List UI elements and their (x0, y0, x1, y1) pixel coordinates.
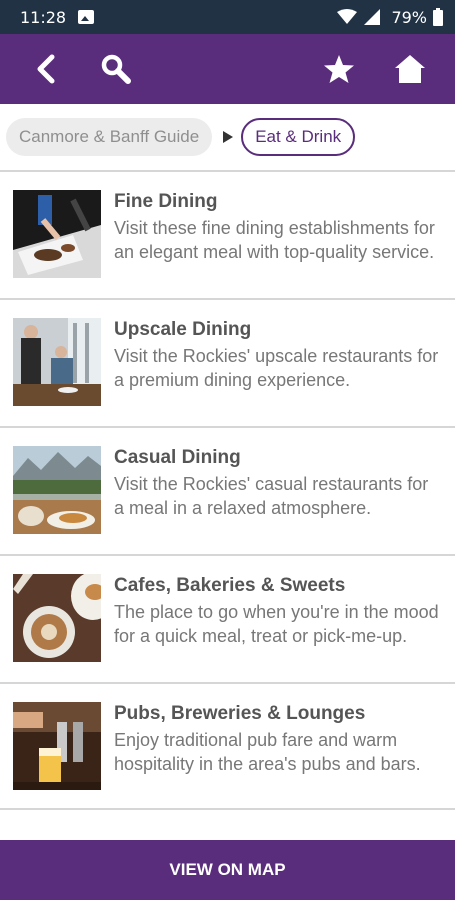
category-description: Visit the Rockies' upscale restaurants f… (114, 346, 439, 390)
star-icon (324, 55, 354, 83)
upscale-dining-photo (13, 318, 101, 406)
fine-dining-photo (13, 190, 101, 278)
category-item-fine-dining[interactable]: Fine Dining Visit these fine dining esta… (0, 170, 455, 298)
category-item-cafes[interactable]: Cafes, Bakeries & Sweets The place to go… (0, 554, 455, 682)
category-title: Cafes, Bakeries & Sweets (114, 575, 346, 596)
category-description: The place to go when you're in the mood … (114, 602, 439, 646)
status-icons: 79% (337, 8, 443, 27)
search-icon (101, 54, 131, 84)
view-on-map-button[interactable]: VIEW ON MAP (0, 840, 455, 900)
category-title: Pubs, Breweries & Lounges (114, 703, 366, 724)
photo-icon (78, 10, 95, 24)
wifi-icon (337, 9, 358, 24)
status-time: 11:28 (20, 7, 67, 27)
favorites-button[interactable] (321, 51, 357, 87)
category-list: Fine Dining Visit these fine dining esta… (0, 170, 455, 810)
search-button[interactable] (98, 51, 134, 87)
category-title: Casual Dining (114, 447, 241, 468)
back-icon (37, 54, 55, 84)
back-button[interactable] (28, 51, 64, 87)
app-bar (0, 34, 455, 104)
category-title: Fine Dining (114, 191, 218, 212)
category-description: Visit the Rockies' casual restaurants fo… (114, 474, 429, 518)
category-description: Enjoy traditional pub fare and warm hosp… (114, 730, 421, 774)
category-title: Upscale Dining (114, 319, 252, 340)
breadcrumb-parent[interactable]: Canmore & Banff Guide (6, 118, 213, 156)
breadcrumb: Canmore & Banff Guide Eat & Drink (0, 104, 455, 170)
casual-dining-photo (13, 446, 101, 534)
home-icon (395, 55, 425, 83)
breadcrumb-current[interactable]: Eat & Drink (241, 118, 356, 156)
category-item-pubs[interactable]: Pubs, Breweries & Lounges Enjoy traditio… (0, 682, 455, 810)
battery-percent: 79% (391, 7, 427, 27)
signal-icon (364, 9, 381, 25)
status-bar: 11:28 79% (0, 0, 455, 34)
cafe-photo (13, 574, 101, 662)
home-button[interactable] (392, 51, 428, 87)
category-item-upscale-dining[interactable]: Upscale Dining Visit the Rockies' upscal… (0, 298, 455, 426)
breadcrumb-arrow-icon (223, 131, 234, 143)
category-description: Visit these fine dining establishments f… (114, 218, 435, 262)
pub-photo (13, 702, 101, 790)
category-item-casual-dining[interactable]: Casual Dining Visit the Rockies' casual … (0, 426, 455, 554)
battery-icon (433, 8, 443, 26)
